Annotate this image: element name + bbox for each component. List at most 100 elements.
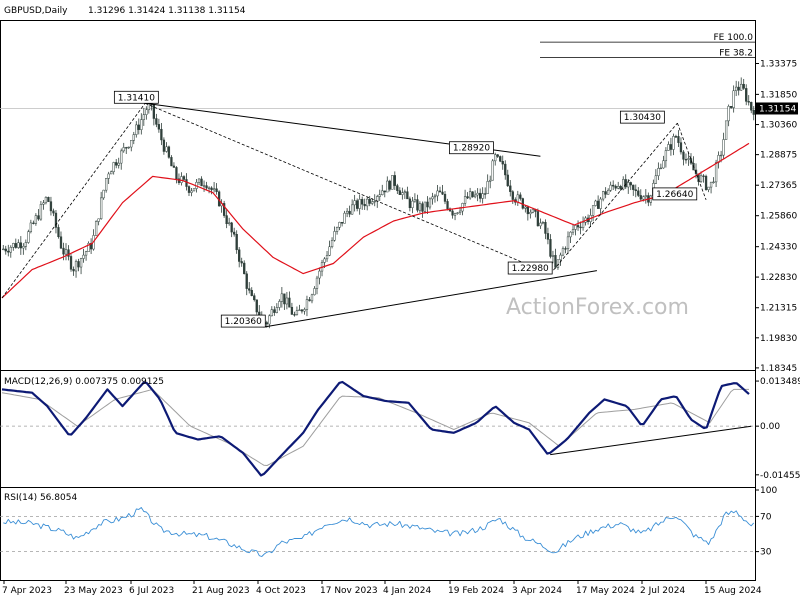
candle-body — [82, 254, 85, 259]
candle-body — [94, 221, 98, 236]
price-axis-tick-label: 1.27365 — [760, 181, 797, 191]
candle-body — [406, 191, 409, 200]
x-axis-tick-label: 4 Jan 2024 — [383, 586, 431, 596]
candle-body — [539, 222, 542, 227]
candle-body — [197, 178, 201, 183]
candle-body — [682, 151, 685, 160]
candle-body — [473, 194, 477, 198]
candle-body — [566, 236, 570, 249]
candle-body — [315, 277, 319, 289]
candle-body — [328, 246, 331, 256]
candle-body — [471, 191, 474, 198]
candle-body — [130, 140, 133, 148]
price-axis-tick-label: 1.22830 — [760, 273, 797, 283]
candle-body — [396, 185, 399, 191]
macd-axis-tick-label: -0.014554 — [760, 471, 800, 481]
candle-body — [735, 86, 738, 92]
candle-body — [463, 196, 467, 204]
candle-body — [190, 190, 193, 193]
candle-body — [654, 175, 658, 184]
candle-body — [99, 197, 103, 220]
candle-body — [172, 165, 176, 168]
candle-body — [358, 199, 361, 209]
macd-title: MACD(12,26,9) 0.007375 0.009125 — [4, 377, 164, 387]
candle-body — [719, 154, 723, 157]
candle-body — [39, 204, 43, 220]
candle-body — [599, 198, 602, 209]
candle-body — [378, 194, 381, 197]
candle-body — [466, 196, 469, 199]
candle-body — [348, 210, 351, 215]
candle-body — [699, 175, 703, 182]
x-axis-tick-label: 23 May 2023 — [64, 586, 123, 596]
rsi-axis-tick-label: 100 — [760, 486, 777, 496]
candle-body — [619, 186, 622, 190]
candle-body — [165, 146, 168, 152]
candle-body — [64, 249, 68, 255]
candle-body — [303, 309, 306, 312]
candle-body — [509, 185, 512, 192]
candle-body — [596, 200, 600, 209]
candle-body — [559, 254, 562, 260]
candle-body — [162, 139, 166, 152]
candle-body — [722, 139, 725, 156]
candle-body — [551, 255, 555, 257]
candle-body — [285, 297, 289, 305]
candle-body — [752, 109, 755, 115]
candle-body — [77, 261, 80, 268]
candle-body — [411, 200, 414, 208]
candle — [724, 120, 728, 140]
candle-body — [330, 239, 334, 248]
candle-body — [250, 290, 253, 296]
price-annotation-label: 1.20360 — [225, 317, 262, 327]
candle-body — [115, 162, 118, 166]
candle-body — [24, 242, 27, 247]
candle-body — [363, 204, 366, 207]
candle-body — [343, 212, 346, 224]
price-axis-tick-label: 1.31850 — [760, 90, 797, 100]
candle-body — [637, 190, 640, 196]
candle-body — [524, 206, 527, 209]
candle-body — [235, 234, 238, 251]
price-annotation: 1.20360 — [220, 314, 266, 328]
candle-body — [489, 179, 492, 182]
candle-body — [288, 297, 291, 308]
candle-body — [371, 201, 374, 204]
rsi-axis-tick-label: 70 — [760, 512, 772, 522]
candle-body — [29, 222, 33, 232]
candle-body — [313, 288, 316, 296]
candle-body — [280, 293, 284, 302]
candle-body — [62, 247, 65, 255]
candle-body — [318, 270, 321, 279]
candle-body — [233, 231, 236, 235]
candle-body — [742, 83, 745, 89]
candle-body — [182, 176, 186, 180]
candle-body — [536, 211, 540, 227]
candle-body — [391, 175, 394, 190]
macd-axis-tick-label: 0.013489 — [760, 377, 800, 387]
candle-body — [243, 262, 246, 275]
ohlc-readout: 1.31296 1.31424 1.31138 1.31154 — [88, 6, 246, 16]
candle-body — [684, 159, 688, 161]
candle-body — [273, 309, 276, 313]
price-annotation-label: 1.28920 — [453, 144, 490, 154]
candle-body — [504, 163, 507, 176]
candle-body — [468, 191, 472, 199]
candle-body — [107, 173, 110, 179]
candle-body — [677, 136, 680, 143]
candle-body — [579, 226, 582, 229]
candle-body — [140, 119, 143, 130]
candle-body — [556, 259, 560, 268]
candle — [391, 175, 394, 190]
candle-body — [499, 156, 502, 162]
candle-body — [79, 258, 83, 268]
candle-body — [22, 246, 25, 249]
candle-body — [664, 150, 668, 162]
candle-body — [426, 201, 429, 208]
candle-body — [145, 109, 148, 115]
candle-body — [49, 201, 53, 212]
candle-body — [32, 222, 35, 224]
x-axis-tick-label: 17 Nov 2023 — [320, 586, 378, 596]
candle-body — [672, 136, 675, 150]
candle-body — [180, 176, 183, 183]
